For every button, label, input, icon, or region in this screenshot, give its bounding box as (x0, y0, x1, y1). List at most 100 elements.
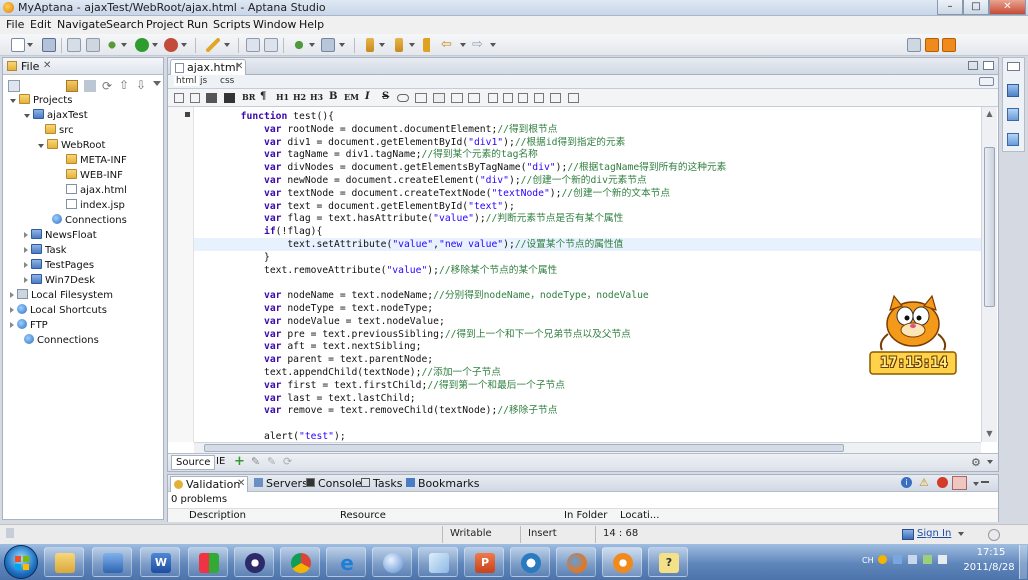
tree-item[interactable]: WEB-INF (66, 169, 123, 183)
expand-arrow-icon[interactable] (38, 144, 44, 148)
strike-button[interactable]: S (382, 91, 389, 102)
tree-item[interactable]: WebRoot (38, 139, 105, 153)
language-indicator[interactable]: CH (862, 556, 874, 565)
tab-ie[interactable]: IE (216, 456, 225, 467)
debug-icon[interactable] (105, 38, 119, 52)
code-line[interactable]: text.removeAttribute("value");//移除某个节点的某… (194, 264, 557, 277)
minimize-editor-icon[interactable] (968, 61, 978, 70)
network-icon[interactable] (923, 555, 932, 564)
h1-button[interactable]: H1 (276, 92, 289, 102)
code-line[interactable]: if(!flag){ (194, 225, 322, 238)
expand-arrow-icon[interactable] (24, 114, 30, 118)
sign-in-dropdown-icon[interactable] (958, 532, 964, 536)
taskbar-help[interactable]: ? (648, 547, 688, 577)
tree-item[interactable]: Task (24, 244, 67, 258)
close-view-icon[interactable]: ✕ (43, 60, 51, 71)
close-button[interactable]: ✕ (989, 0, 1026, 15)
taskbar-firefox[interactable] (556, 547, 596, 577)
start-button[interactable] (4, 545, 38, 579)
tr-icon[interactable] (568, 93, 579, 103)
code-line[interactable]: } (194, 251, 270, 264)
expand-arrow-icon[interactable] (24, 247, 28, 253)
menu-file[interactable]: File (6, 18, 24, 31)
hscroll-thumb[interactable] (204, 444, 844, 452)
code-line[interactable]: var last = text.lastChild; (194, 392, 416, 405)
taskbar-explorer[interactable] (44, 547, 84, 577)
minimize-panel-icon[interactable] (981, 481, 989, 483)
code-line[interactable]: text.setAttribute("value","new value");/… (194, 238, 623, 251)
help-view-icon[interactable] (1007, 133, 1019, 146)
settings-dropdown-icon[interactable] (987, 460, 993, 464)
save-icon[interactable] (42, 38, 56, 52)
mail-icon[interactable] (468, 93, 480, 103)
horizontal-scrollbar[interactable] (194, 442, 981, 453)
code-line[interactable]: var textNode = document.createTextNode("… (194, 187, 670, 200)
subtab-css[interactable]: css (220, 76, 234, 86)
expand-arrow-icon[interactable] (10, 322, 14, 328)
taskbar-aptana[interactable] (602, 547, 642, 577)
list-icon[interactable] (534, 93, 544, 103)
code-line[interactable]: var pre = text.previousSibling;//得到上一个和下… (194, 328, 631, 341)
column-description[interactable]: Description (189, 510, 246, 521)
tab-console[interactable]: Console (306, 477, 362, 491)
taskbar-eclipse[interactable] (234, 547, 274, 577)
code-line[interactable]: var nodeValue = text.nodeValue; (194, 315, 445, 328)
code-line[interactable]: var text = document.getElementById("text… (194, 200, 515, 213)
menu-window[interactable]: Window (253, 18, 296, 31)
em-button[interactable]: EM (344, 92, 359, 102)
prev-annotation-dropdown-icon[interactable] (409, 43, 415, 47)
expand-arrow-icon[interactable] (10, 292, 14, 298)
code-line[interactable]: var divNodes = document.getElementsByTag… (194, 161, 726, 174)
close-tab-icon[interactable]: ✕ (237, 478, 245, 489)
code-line[interactable]: var aft = text.nextSibling; (194, 340, 421, 353)
vertical-scrollbar[interactable]: ▲ ▼ (981, 107, 997, 442)
tree-item[interactable]: FTP (10, 319, 48, 333)
run-dropdown-icon[interactable] (152, 43, 158, 47)
div-icon[interactable] (224, 93, 235, 103)
table-icon[interactable] (174, 93, 184, 103)
add-icon[interactable]: + (234, 454, 245, 469)
new-file-icon[interactable] (11, 38, 25, 52)
tree-item[interactable]: META-INF (66, 154, 127, 168)
tree-item[interactable]: Win7Desk (24, 274, 95, 288)
new-dropdown-icon[interactable] (27, 43, 33, 47)
tree-item[interactable]: NewsFloat (24, 229, 97, 243)
taskbar-notepad[interactable] (418, 547, 458, 577)
outline-view-icon[interactable] (1007, 84, 1019, 97)
maximize-button[interactable]: □ (963, 0, 989, 15)
menu-scripts[interactable]: Scripts (213, 18, 251, 31)
menu-help[interactable]: Help (299, 18, 324, 31)
br-button[interactable]: BR (242, 92, 255, 102)
tab-source[interactable]: Source (171, 455, 216, 470)
code-line[interactable]: alert("test"); (194, 430, 346, 442)
collapse-all-icon[interactable] (8, 80, 20, 92)
open-perspective-icon[interactable] (907, 38, 921, 52)
code-line[interactable]: var nodeType = text.nodeType; (194, 302, 433, 315)
subtab-html[interactable]: html (174, 76, 199, 86)
down-icon[interactable]: ⇩ (136, 78, 146, 92)
forward-dropdown-icon[interactable] (490, 43, 496, 47)
menu-project[interactable]: Project (146, 18, 184, 31)
taskbar-notes[interactable] (92, 547, 132, 577)
taskbar-chrome[interactable] (280, 547, 320, 577)
code-line[interactable]: var remove = text.removeChild(textNode);… (194, 404, 557, 417)
info-icon[interactable]: i (901, 477, 912, 488)
code-area[interactable]: function test(){ var rootNode = document… (194, 107, 981, 442)
link-icon[interactable] (397, 94, 409, 102)
code-line[interactable]: var flag = text.hasAttribute("value");//… (194, 212, 623, 225)
tab-validation[interactable]: Validation ✕ (170, 476, 248, 492)
next-annotation-icon[interactable] (366, 38, 374, 52)
tree-item[interactable]: Projects (10, 94, 72, 108)
italic-button[interactable]: I (365, 91, 370, 102)
pilcrow-icon[interactable] (264, 38, 278, 52)
code-line[interactable]: var nodeName = text.nodeName;//分别得到nodeN… (194, 289, 649, 302)
tree-item[interactable]: Connections (24, 334, 99, 348)
back-icon[interactable]: ⇦ (441, 38, 455, 52)
bug-icon[interactable] (292, 38, 306, 52)
show-desktop-button[interactable] (1019, 545, 1027, 579)
prev-annotation-icon[interactable] (395, 38, 403, 52)
window-dropdown-icon[interactable] (339, 43, 345, 47)
tree-item[interactable]: src (45, 124, 74, 138)
subtab-js[interactable]: js (200, 76, 207, 86)
tree-item[interactable]: Local Filesystem (10, 289, 113, 303)
